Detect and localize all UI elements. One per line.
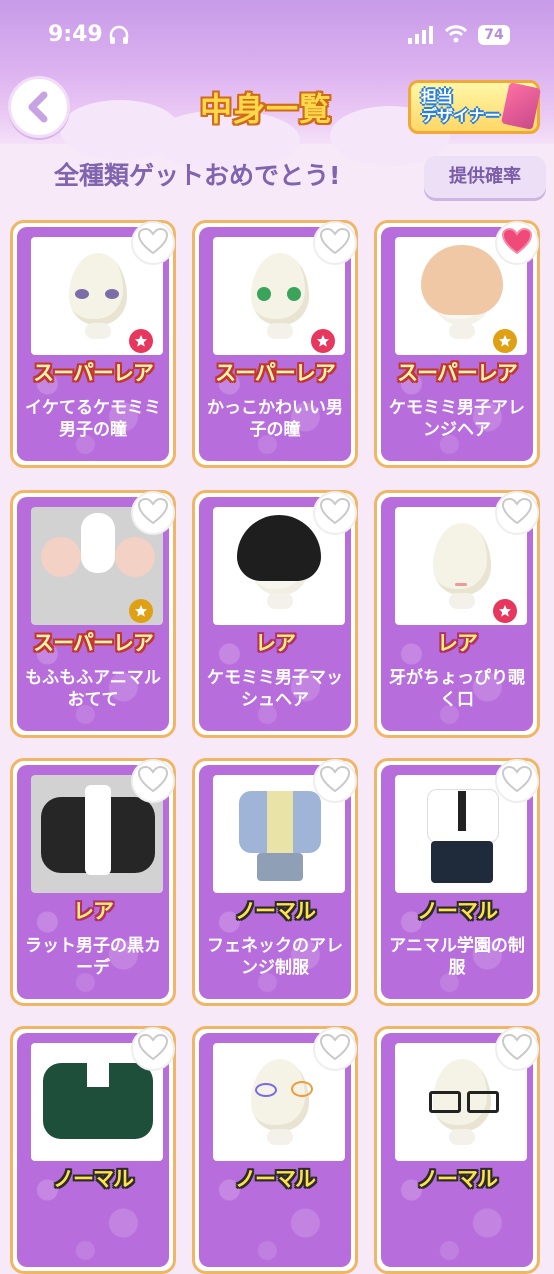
designer-button[interactable]: 担当 デザイナー [408, 80, 542, 134]
star-badge-icon [493, 599, 517, 623]
favorite-button[interactable] [313, 1027, 357, 1071]
heart-icon [501, 765, 533, 796]
item-name: アニマル学園の制服 [389, 936, 525, 978]
rarity-label: レア [437, 631, 478, 655]
header-bar: 中身一覧 担当 デザイナー [0, 70, 554, 170]
star-badge-icon [493, 329, 517, 353]
item-card[interactable]: ノーマル [374, 1026, 540, 1274]
designer-label: 担当 デザイナー [421, 87, 501, 125]
heart-icon [137, 765, 169, 796]
headphones-icon [108, 24, 130, 50]
item-name: かっこかわいい男子の瞳 [207, 398, 343, 440]
favorite-button[interactable] [313, 221, 357, 265]
item-card[interactable]: レア ラット男子の黒カーデ [10, 758, 176, 1006]
rarity-label: スーパーレア [33, 631, 154, 655]
heart-icon [319, 1033, 351, 1064]
signal-icon [408, 26, 434, 48]
heart-icon [501, 497, 533, 528]
rarity-label: スーパーレア [215, 361, 336, 385]
star-badge-icon [129, 599, 153, 623]
battery-indicator: 74 [478, 25, 510, 45]
item-name: ケモミミ男子アレンジヘア [389, 398, 525, 440]
rarity-label: レア [255, 631, 296, 655]
item-name: もふもふアニマルおてて [25, 668, 161, 710]
item-card[interactable]: レア 牙がちょっぴり覗く口 [374, 490, 540, 738]
item-card[interactable]: スーパーレア イケてるケモミミ男子の瞳 [10, 220, 176, 468]
book-icon [500, 82, 542, 130]
chevron-left-icon [28, 91, 48, 123]
favorite-button[interactable] [495, 491, 539, 535]
rarity-label: ノーマル [235, 1167, 316, 1191]
rarity-label: ノーマル [417, 899, 498, 923]
item-card[interactable]: ノーマル [192, 1026, 358, 1274]
item-card[interactable]: レア ケモミミ男子マッシュヘア [192, 490, 358, 738]
item-card[interactable]: ノーマル アニマル学園の制服 [374, 758, 540, 1006]
item-card[interactable]: スーパーレア もふもふアニマルおてて [10, 490, 176, 738]
item-card[interactable]: スーパーレア ケモミミ男子アレンジヘア [374, 220, 540, 468]
item-card[interactable]: スーパーレア かっこかわいい男子の瞳 [192, 220, 358, 468]
drop-rate-button[interactable]: 提供確率 [424, 156, 546, 198]
back-button[interactable] [8, 76, 70, 138]
heart-icon [319, 497, 351, 528]
favorite-button[interactable] [131, 221, 175, 265]
heart-icon [137, 227, 169, 258]
rarity-label: レア [73, 899, 114, 923]
heart-icon [319, 765, 351, 796]
heart-icon [501, 1033, 533, 1064]
item-card[interactable]: ノーマル [10, 1026, 176, 1274]
favorite-button[interactable] [131, 491, 175, 535]
favorite-button[interactable] [313, 759, 357, 803]
item-name: 牙がちょっぴり覗く口 [389, 668, 525, 710]
favorite-button[interactable] [131, 759, 175, 803]
rarity-label: ノーマル [235, 899, 316, 923]
rarity-label: ノーマル [417, 1167, 498, 1191]
star-badge-icon [129, 329, 153, 353]
page-title: 中身一覧 [200, 90, 333, 128]
item-name: ラット男子の黒カーデ [25, 936, 161, 978]
star-badge-icon [311, 329, 335, 353]
heart-icon [137, 497, 169, 528]
item-name: イケてるケモミミ男子の瞳 [25, 398, 161, 440]
rarity-label: ノーマル [53, 1167, 134, 1191]
status-bar: 9:49 74 [0, 0, 554, 70]
item-name: フェネックのアレンジ制服 [207, 936, 343, 978]
favorite-button[interactable] [495, 1027, 539, 1071]
favorite-button[interactable] [495, 221, 539, 265]
rarity-label: スーパーレア [33, 361, 154, 385]
status-time: 9:49 [48, 22, 103, 47]
wifi-icon [444, 24, 468, 48]
item-card[interactable]: ノーマル フェネックのアレンジ制服 [192, 758, 358, 1006]
item-name: ケモミミ男子マッシュヘア [207, 668, 343, 710]
congrats-message: 全種類ゲットおめでとう! [54, 161, 341, 190]
favorite-button[interactable] [313, 491, 357, 535]
heart-icon [137, 1033, 169, 1064]
favorite-button[interactable] [495, 759, 539, 803]
heart-icon [319, 227, 351, 258]
rarity-label: スーパーレア [397, 361, 518, 385]
favorite-button[interactable] [131, 1027, 175, 1071]
heart-icon [501, 227, 533, 258]
